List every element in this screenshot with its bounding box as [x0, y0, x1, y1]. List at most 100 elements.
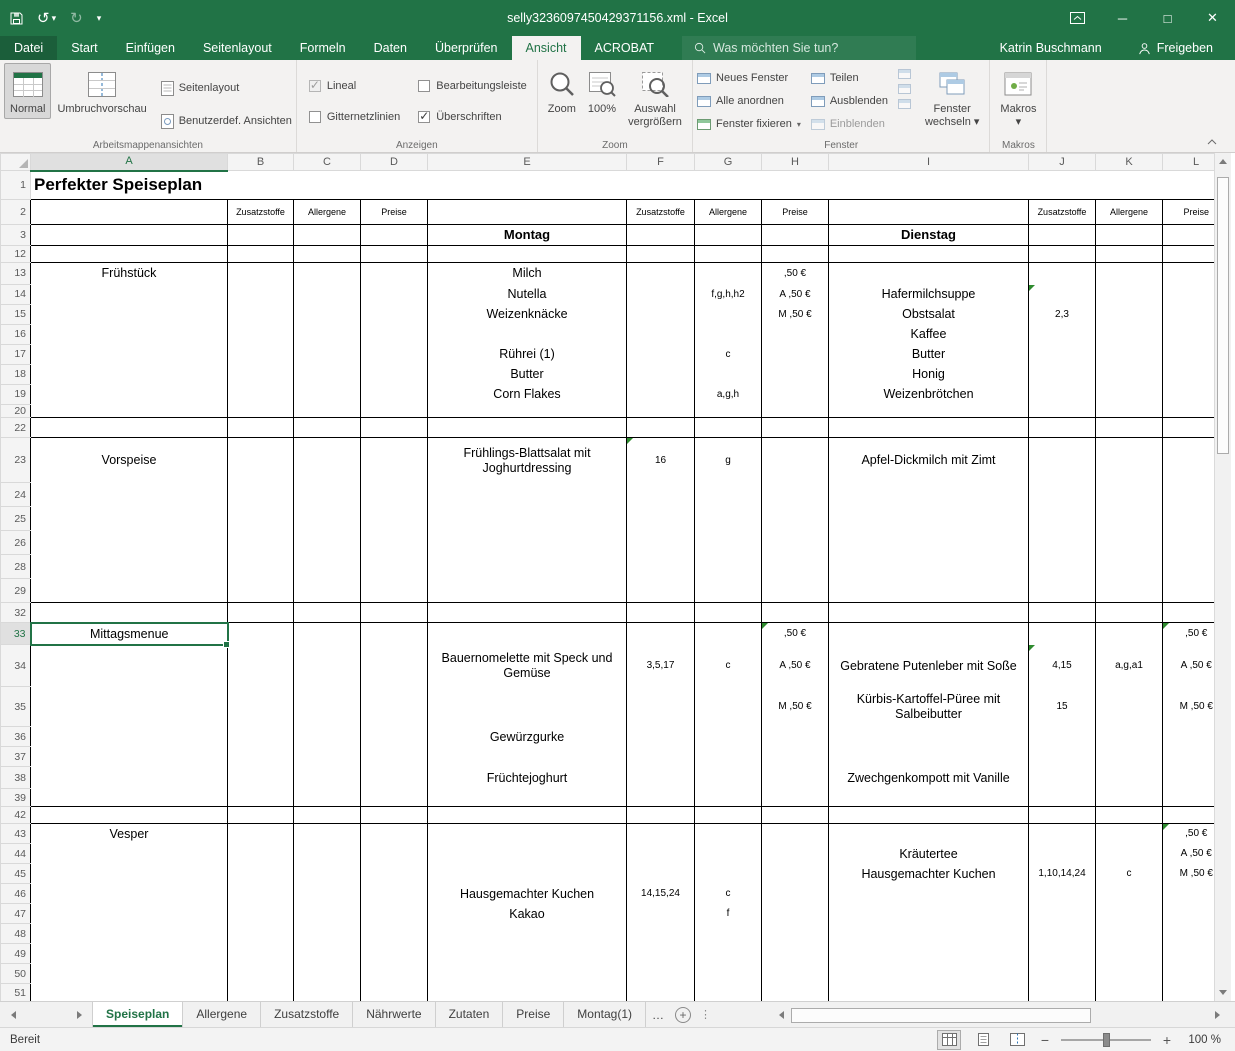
- cell-K3[interactable]: [1096, 225, 1163, 246]
- row-header-23[interactable]: 23: [1, 438, 31, 483]
- sheet-tab-zutaten[interactable]: Zutaten: [436, 1002, 504, 1027]
- sheet-tab-speiseplan[interactable]: Speiseplan: [92, 1002, 183, 1027]
- cell-I43[interactable]: [829, 824, 1029, 844]
- cell-C23[interactable]: [294, 438, 361, 483]
- cell-C28[interactable]: [294, 555, 361, 579]
- cell-F3[interactable]: [627, 225, 695, 246]
- hide-button[interactable]: Ausblenden: [811, 91, 888, 111]
- cell-C47[interactable]: [294, 904, 361, 924]
- zoom-percentage[interactable]: 100 %: [1183, 1034, 1221, 1046]
- cell-G26[interactable]: [695, 531, 762, 555]
- cell-K37[interactable]: [1096, 747, 1163, 767]
- sheet-tab-allergene[interactable]: Allergene: [183, 1002, 261, 1027]
- cell-I19[interactable]: Weizenbrötchen: [829, 385, 1029, 405]
- cell-K34[interactable]: a,g,a1: [1096, 645, 1163, 687]
- cell-D16[interactable]: [361, 325, 428, 345]
- cell-A16[interactable]: [31, 325, 228, 345]
- cell-H51[interactable]: [762, 984, 829, 1001]
- row-header-28[interactable]: 28: [1, 555, 31, 579]
- cell-J17[interactable]: [1029, 345, 1096, 365]
- cell-G15[interactable]: [695, 305, 762, 325]
- cell-K39[interactable]: [1096, 789, 1163, 807]
- cell-K12[interactable]: [1096, 246, 1163, 263]
- cell-H23[interactable]: [762, 438, 829, 483]
- column-header-J[interactable]: J: [1029, 154, 1096, 171]
- cell-C15[interactable]: [294, 305, 361, 325]
- cell-E13[interactable]: Milch: [428, 263, 627, 285]
- cell-K26[interactable]: [1096, 531, 1163, 555]
- headings-checkbox[interactable]: Überschriften: [418, 106, 527, 128]
- cell-C35[interactable]: [294, 687, 361, 727]
- cell-H22[interactable]: [762, 418, 829, 438]
- cell-K38[interactable]: [1096, 767, 1163, 789]
- cell-I15[interactable]: Obstsalat: [829, 305, 1029, 325]
- cell-G38[interactable]: [695, 767, 762, 789]
- cell-H12[interactable]: [762, 246, 829, 263]
- cell-D19[interactable]: [361, 385, 428, 405]
- save-button[interactable]: [10, 12, 23, 25]
- cell-J47[interactable]: [1029, 904, 1096, 924]
- tab-acrobat[interactable]: ACROBAT: [581, 36, 669, 60]
- cell-K19[interactable]: [1096, 385, 1163, 405]
- cell-A28[interactable]: [31, 555, 228, 579]
- column-header-F[interactable]: F: [627, 154, 695, 171]
- cell-B47[interactable]: [228, 904, 294, 924]
- cell-J42[interactable]: [1029, 807, 1096, 824]
- cell-A42[interactable]: [31, 807, 228, 824]
- cell-B42[interactable]: [228, 807, 294, 824]
- cell-C37[interactable]: [294, 747, 361, 767]
- cell-H3[interactable]: [762, 225, 829, 246]
- cell-F39[interactable]: [627, 789, 695, 807]
- page-break-preview-button[interactable]: Umbruchvorschau: [51, 63, 152, 119]
- cell-B50[interactable]: [228, 964, 294, 984]
- cell-G50[interactable]: [695, 964, 762, 984]
- cell-B35[interactable]: [228, 687, 294, 727]
- vertical-scrollbar[interactable]: [1214, 153, 1231, 1001]
- page-break-shortcut[interactable]: [1005, 1030, 1029, 1050]
- cell-J12[interactable]: [1029, 246, 1096, 263]
- row-header-24[interactable]: 24: [1, 483, 31, 507]
- cell-B46[interactable]: [228, 884, 294, 904]
- cell-J45[interactable]: 1,10,14,24: [1029, 864, 1096, 884]
- cell-E49[interactable]: [428, 944, 627, 964]
- row-header-42[interactable]: 42: [1, 807, 31, 824]
- switch-windows-button[interactable]: Fenster wechseln ▾: [919, 63, 985, 132]
- cell-D46[interactable]: [361, 884, 428, 904]
- cell-J20[interactable]: [1029, 405, 1096, 418]
- cell-K22[interactable]: [1096, 418, 1163, 438]
- user-name[interactable]: Katrin Buschmann: [1000, 41, 1102, 55]
- cell-B2[interactable]: Zusatzstoffe: [228, 200, 294, 225]
- column-header-B[interactable]: B: [228, 154, 294, 171]
- column-header-G[interactable]: G: [695, 154, 762, 171]
- cell-A12[interactable]: [31, 246, 228, 263]
- cell-G51[interactable]: [695, 984, 762, 1001]
- cell-H32[interactable]: [762, 603, 829, 623]
- cell-D35[interactable]: [361, 687, 428, 727]
- cell-G19[interactable]: a,g,h: [695, 385, 762, 405]
- cell-H34[interactable]: A ,50 €: [762, 645, 829, 687]
- cell-B16[interactable]: [228, 325, 294, 345]
- cell-B20[interactable]: [228, 405, 294, 418]
- cell-D3[interactable]: [361, 225, 428, 246]
- cell-B51[interactable]: [228, 984, 294, 1001]
- cell-A22[interactable]: [31, 418, 228, 438]
- cell-C33[interactable]: [294, 623, 361, 645]
- cell-H42[interactable]: [762, 807, 829, 824]
- cell-G33[interactable]: [695, 623, 762, 645]
- cell-E28[interactable]: [428, 555, 627, 579]
- cell-H13[interactable]: ,50 €: [762, 263, 829, 285]
- cell-D44[interactable]: [361, 844, 428, 864]
- row-header-47[interactable]: 47: [1, 904, 31, 924]
- cell-D12[interactable]: [361, 246, 428, 263]
- cell-C20[interactable]: [294, 405, 361, 418]
- cell-J15[interactable]: 2,3: [1029, 305, 1096, 325]
- cell-K28[interactable]: [1096, 555, 1163, 579]
- minimize-button[interactable]: ─: [1100, 0, 1145, 36]
- zoom-slider[interactable]: [1061, 1033, 1151, 1047]
- cell-J43[interactable]: [1029, 824, 1096, 844]
- cell-G48[interactable]: [695, 924, 762, 944]
- cell-B19[interactable]: [228, 385, 294, 405]
- cell-F33[interactable]: [627, 623, 695, 645]
- cell-D13[interactable]: [361, 263, 428, 285]
- cell-H28[interactable]: [762, 555, 829, 579]
